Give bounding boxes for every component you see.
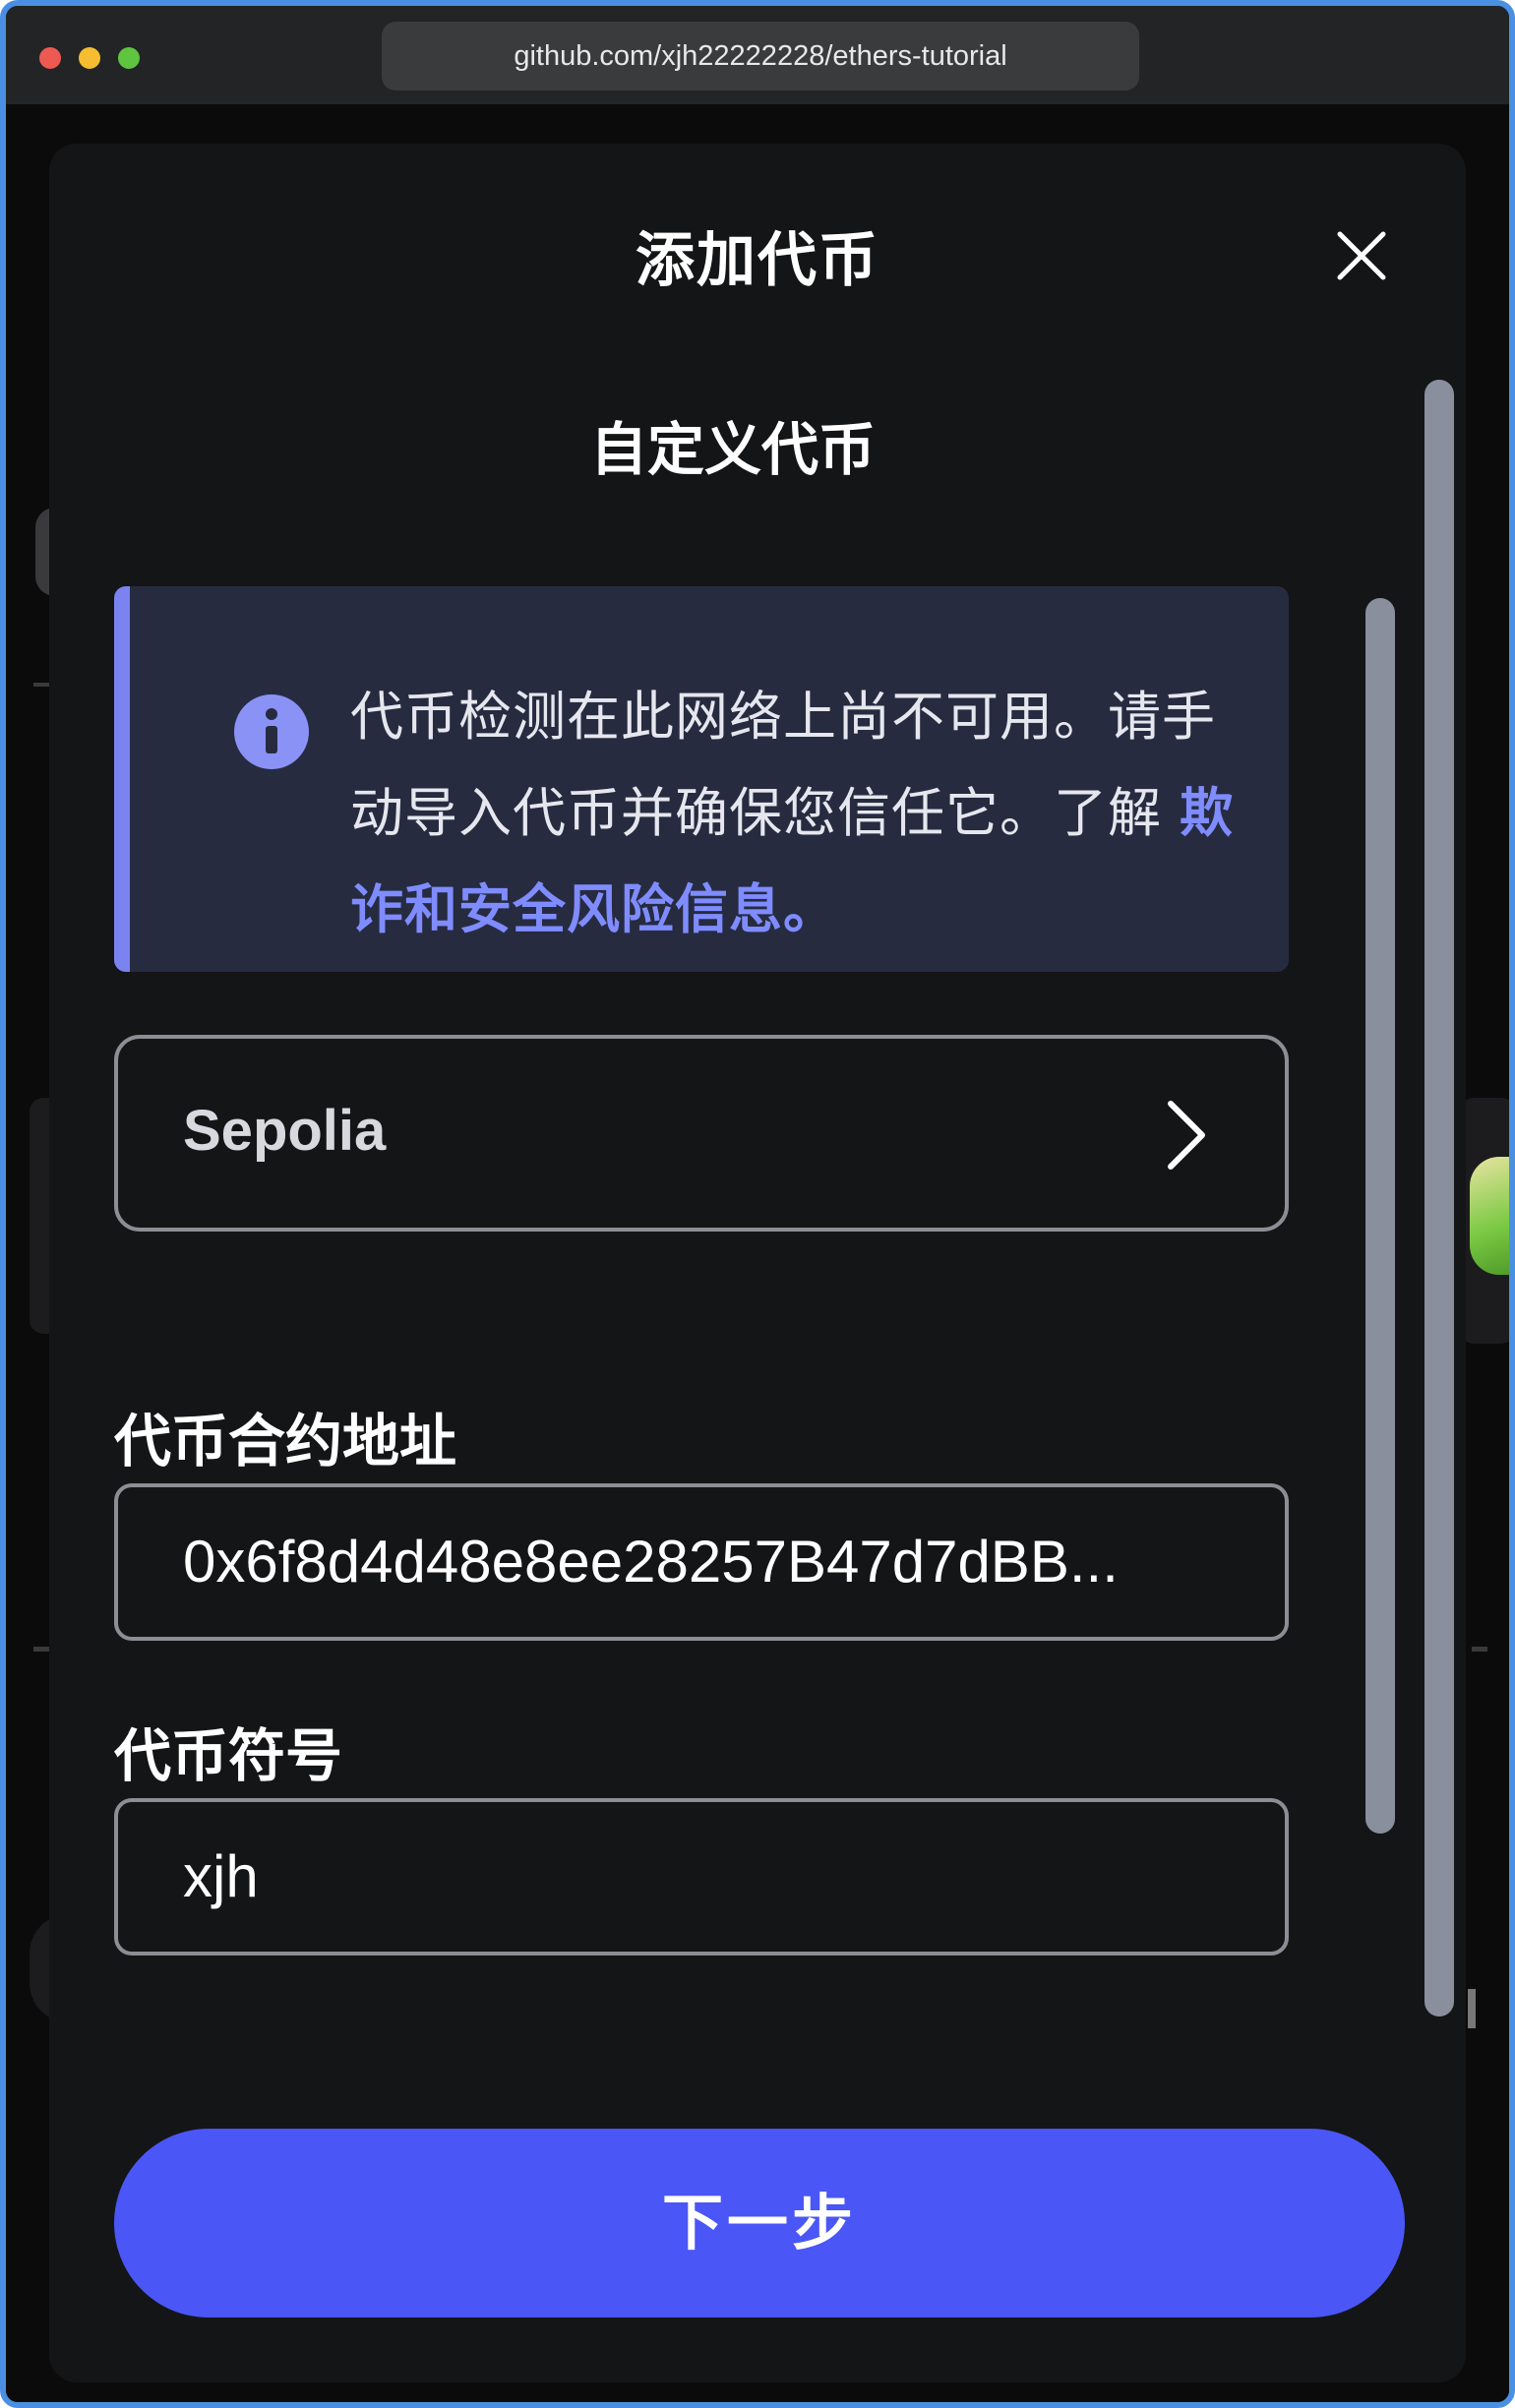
background-divider bbox=[33, 1647, 49, 1652]
network-name: Sepolia bbox=[183, 1099, 387, 1163]
contract-address-input[interactable]: 0x6f8d4d48e8ee28257B47d7dBB... bbox=[114, 1483, 1289, 1641]
token-symbol-label: 代币符号 bbox=[114, 1722, 343, 1789]
background-mark bbox=[1468, 1989, 1476, 2028]
modal-scrollbar[interactable] bbox=[1424, 380, 1454, 2017]
contract-address-label: 代币合约地址 bbox=[114, 1408, 457, 1475]
background-divider bbox=[33, 683, 49, 687]
address-bar[interactable]: github.com/xjh22222228/ethers-tutorial bbox=[382, 22, 1139, 90]
close-icon bbox=[1337, 231, 1386, 280]
info-icon bbox=[234, 694, 309, 769]
window-maximize-dot[interactable] bbox=[118, 47, 140, 69]
close-button[interactable] bbox=[1332, 226, 1391, 285]
notice-text: 代币检测在此网络上尚不可用。请手动导入代币并确保您信任它。了解 欺诈和安全风险信… bbox=[350, 669, 1255, 958]
browser-titlebar: github.com/xjh22222228/ethers-tutorial bbox=[6, 6, 1509, 104]
section-title: 自定义代币 bbox=[589, 416, 876, 483]
network-selector[interactable]: Sepolia bbox=[114, 1035, 1289, 1232]
background-image bbox=[1470, 1157, 1509, 1275]
token-detection-notice: 代币检测在此网络上尚不可用。请手动导入代币并确保您信任它。了解 欺诈和安全风险信… bbox=[114, 586, 1289, 972]
background-divider bbox=[1472, 1647, 1487, 1652]
chevron-right-icon bbox=[1168, 1101, 1205, 1170]
add-token-modal: 添加代币 自定义代币 代币检测在此网络上尚不可用。请手动导入代币并确保您信任它。… bbox=[49, 144, 1466, 2382]
token-symbol-input[interactable]: xjh bbox=[114, 1798, 1289, 1956]
browser-window: github.com/xjh22222228/ethers-tutorial 添… bbox=[0, 0, 1515, 2408]
next-button[interactable]: 下一步 bbox=[114, 2129, 1405, 2318]
notice-body: 代币检测在此网络上尚不可用。请手动导入代币并确保您信任它。了解 bbox=[350, 686, 1216, 844]
notice-accent-bar bbox=[114, 586, 130, 972]
form-scrollbar[interactable] bbox=[1365, 598, 1395, 1834]
window-close-dot[interactable] bbox=[39, 47, 61, 69]
window-minimize-dot[interactable] bbox=[79, 47, 100, 69]
modal-title: 添加代币 bbox=[636, 226, 879, 295]
